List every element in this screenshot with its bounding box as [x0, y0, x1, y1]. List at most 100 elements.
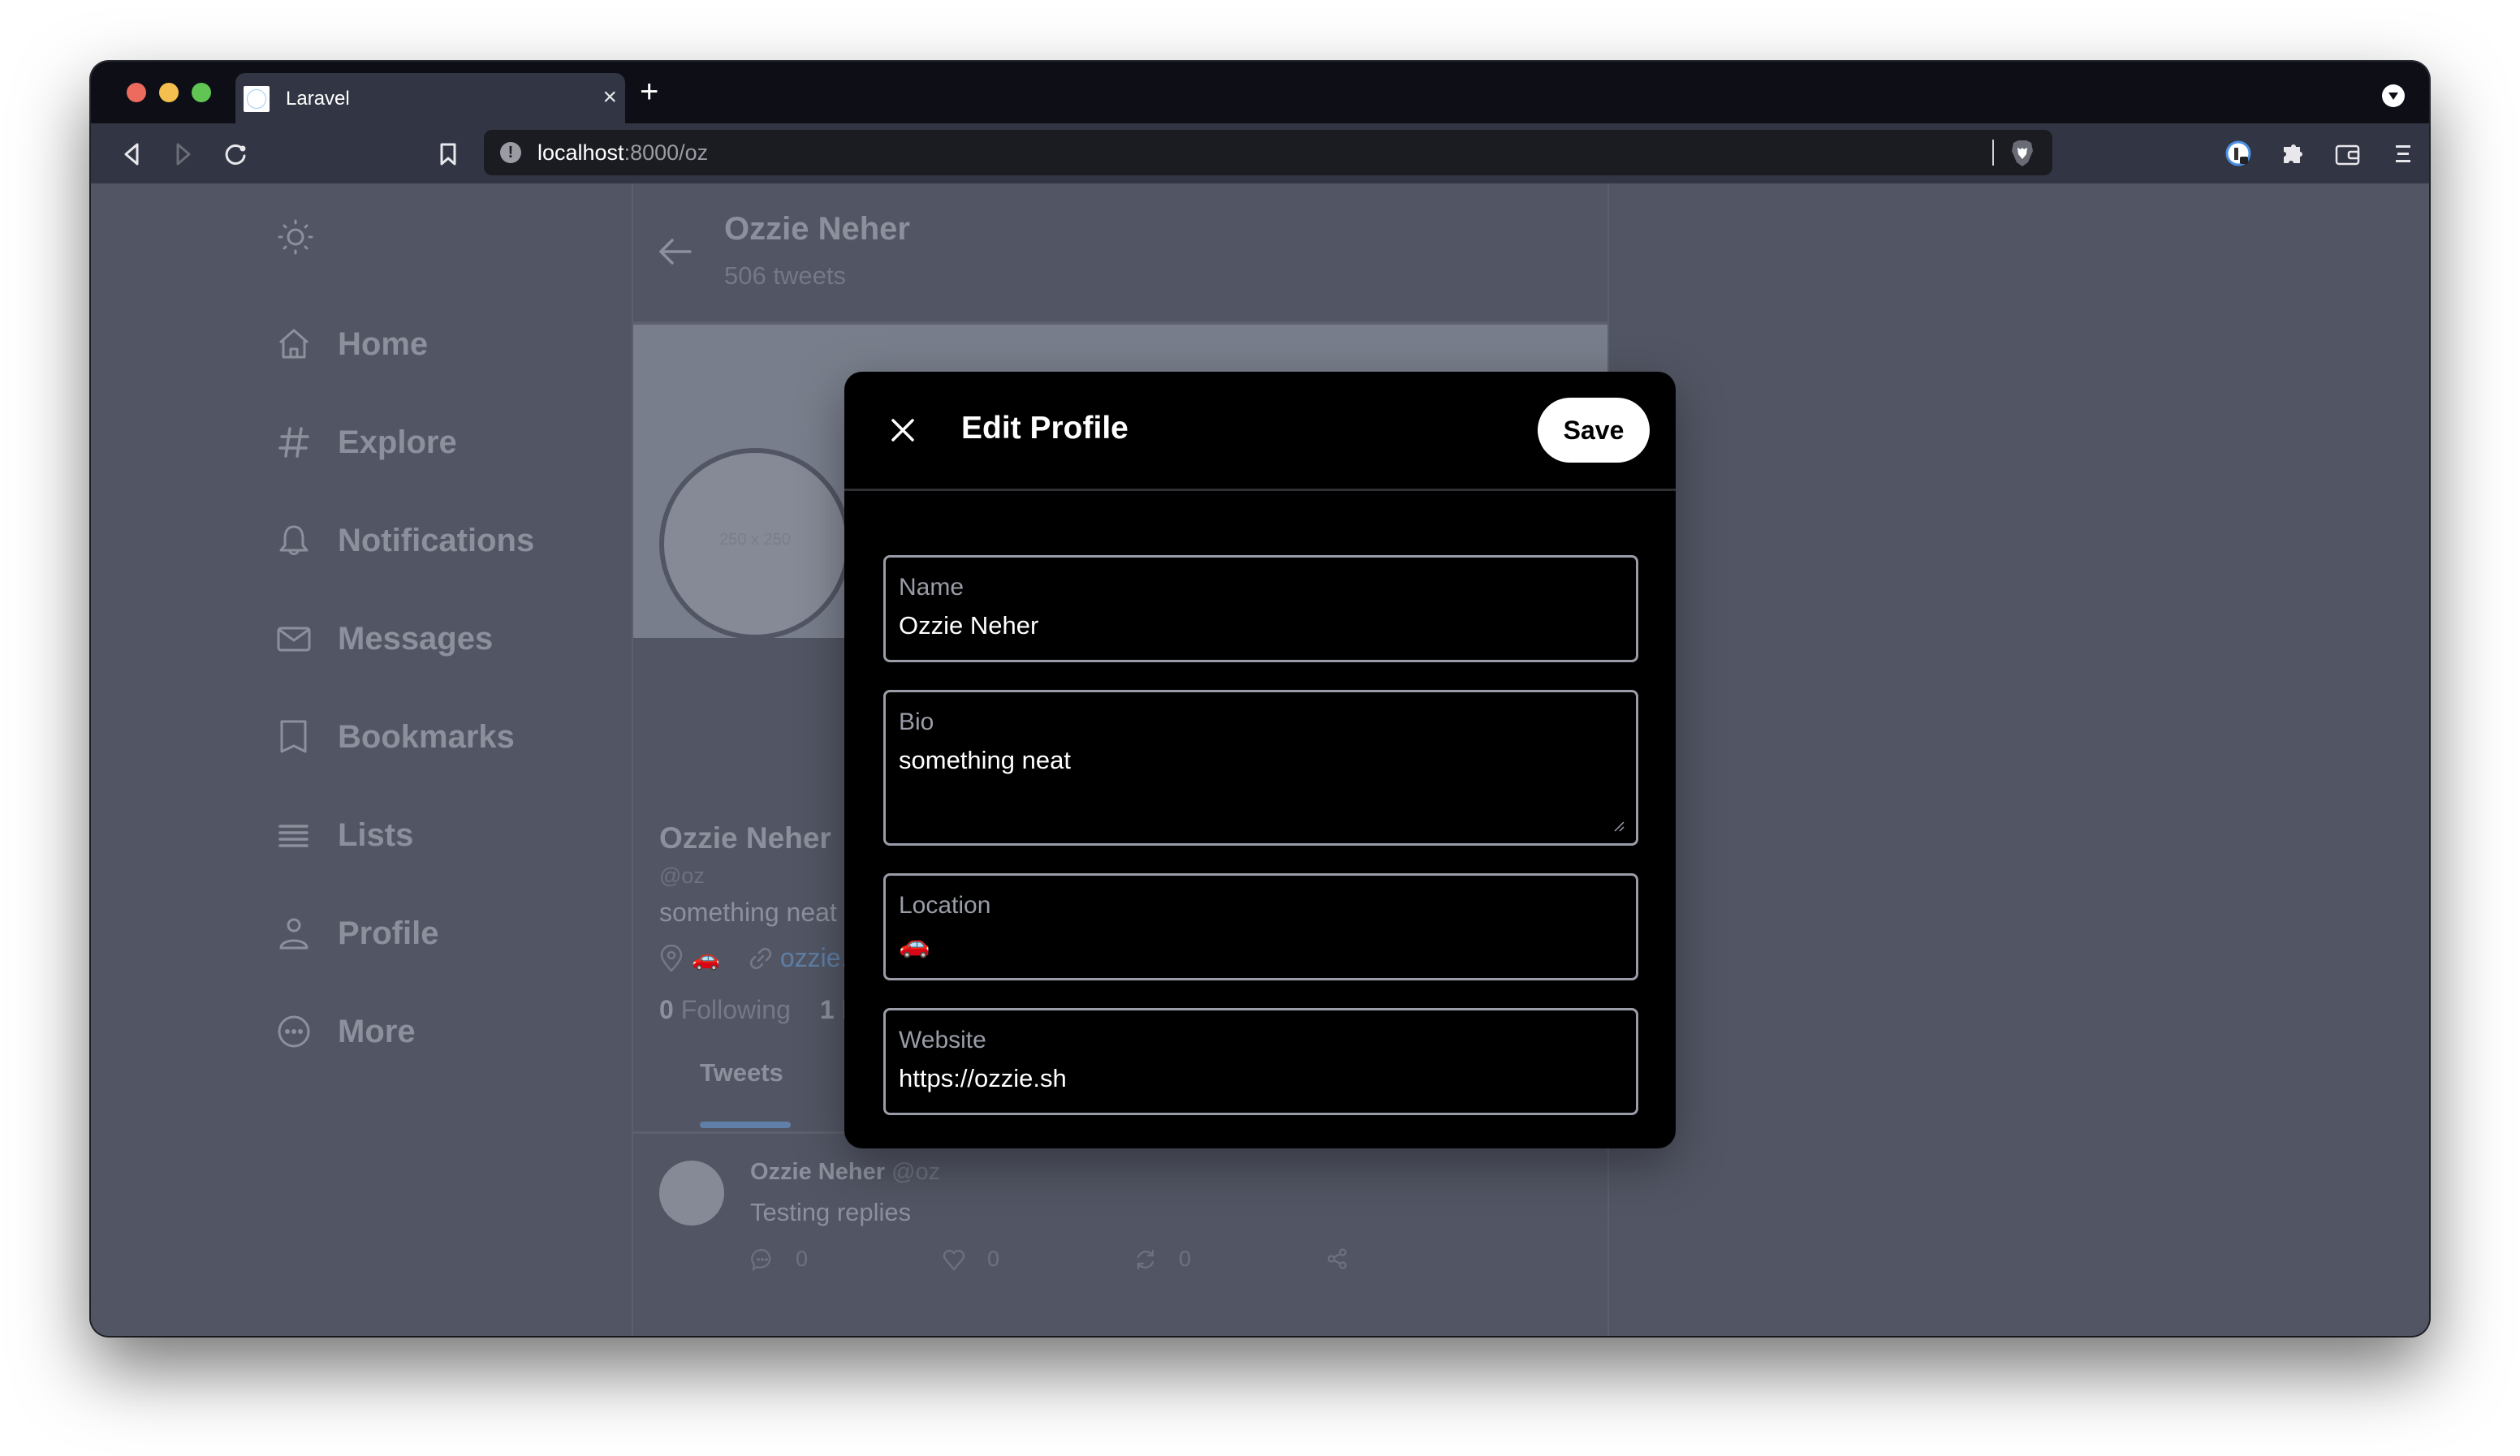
- share-button[interactable]: [1325, 1247, 1370, 1271]
- tab-strip: Laravel × +: [91, 62, 2429, 123]
- like-count: 0: [987, 1247, 1000, 1271]
- close-tab-icon[interactable]: ×: [602, 83, 617, 112]
- maximize-window-button[interactable]: [192, 83, 211, 102]
- sidebar-item-label: Explore: [338, 424, 457, 460]
- location-field-label: Location: [899, 892, 991, 919]
- retweet-icon: [1137, 1249, 1154, 1269]
- reply-icon: [751, 1248, 771, 1272]
- right-panel: [1607, 183, 2429, 1336]
- sidebar-item-more[interactable]: More: [273, 1006, 416, 1058]
- sidebar-item-lists[interactable]: Lists: [273, 809, 413, 861]
- mail-icon: [273, 618, 315, 660]
- sidebar-item-notifications[interactable]: Notifications: [273, 515, 534, 566]
- tweet-author-handle: @oz: [891, 1159, 941, 1185]
- sidebar-item-profile[interactable]: Profile: [273, 907, 438, 959]
- reply-button[interactable]: 0: [750, 1247, 808, 1272]
- save-button[interactable]: Save: [1538, 398, 1650, 463]
- sidebar-item-label: Home: [338, 325, 429, 362]
- location-field-value[interactable]: 🚗: [899, 929, 930, 959]
- following-label: Following: [680, 995, 791, 1024]
- minimize-window-button[interactable]: [159, 83, 179, 102]
- profile-name: Ozzie Neher: [659, 821, 831, 855]
- profile-handle: @oz: [659, 864, 705, 888]
- favicon-icon: [244, 86, 270, 112]
- location-field[interactable]: Location 🚗: [883, 873, 1638, 980]
- close-window-button[interactable]: [127, 83, 146, 102]
- sidebar-item-bookmarks[interactable]: Bookmarks: [273, 711, 515, 763]
- tab-tweets[interactable]: Tweets: [700, 1058, 783, 1088]
- brave-shields-icon[interactable]: [2010, 140, 2035, 167]
- tweet-author-name: Ozzie Neher: [750, 1159, 885, 1185]
- sidebar-item-label: Lists: [338, 816, 414, 853]
- sidebar-item-explore[interactable]: Explore: [273, 416, 457, 468]
- tab-title: Laravel: [286, 88, 350, 110]
- bell-icon: [273, 519, 315, 562]
- bio-field-label: Bio: [899, 709, 934, 735]
- back-arrow-icon[interactable]: [656, 232, 695, 271]
- modal-header: Edit Profile Save: [844, 372, 1676, 491]
- name-field-value[interactable]: Ozzie Neher: [899, 611, 1038, 640]
- following-link[interactable]: 0 Following: [659, 995, 791, 1024]
- sidebar-item-messages[interactable]: Messages: [273, 613, 493, 665]
- close-icon[interactable]: [882, 409, 924, 451]
- tweet-avatar: [659, 1161, 724, 1226]
- tweet-actions: 0 0 0: [750, 1247, 1400, 1279]
- website-field-value[interactable]: https://ozzie.sh: [899, 1064, 1067, 1093]
- tweet-count: 506 tweets: [724, 261, 846, 290]
- url-host: localhost: [537, 140, 624, 165]
- bio-field[interactable]: Bio something neat: [883, 690, 1638, 846]
- share-icon: [1327, 1248, 1347, 1269]
- profile-avatar: 250 x 250: [659, 448, 851, 640]
- location-pin-icon: [659, 944, 684, 972]
- site-info-icon[interactable]: !: [500, 142, 521, 163]
- sidebar-item-label: Bookmarks: [338, 718, 515, 755]
- address-bar[interactable]: ! localhost:8000/oz: [484, 130, 2052, 175]
- modal-title: Edit Profile: [961, 411, 1128, 446]
- sidebar-item-label: More: [338, 1013, 416, 1049]
- resize-handle-icon[interactable]: [1613, 821, 1625, 832]
- sidebar-item-home[interactable]: Home: [273, 318, 428, 370]
- avatar-placeholder-text: 250 x 250: [719, 531, 791, 549]
- tab-menu-icon[interactable]: [2382, 84, 2405, 107]
- profile-bio: something neat: [659, 898, 837, 927]
- name-field[interactable]: Name Ozzie Neher: [883, 555, 1638, 662]
- website-field-label: Website: [899, 1027, 986, 1053]
- page-content: Home Explore Notifications Messages Book…: [91, 183, 2429, 1336]
- name-field-label: Name: [899, 574, 964, 601]
- heart-icon: [943, 1249, 965, 1271]
- sun-icon[interactable]: [274, 216, 317, 258]
- sidebar: Home Explore Notifications Messages Book…: [91, 183, 632, 1336]
- wallet-icon[interactable]: [2333, 140, 2362, 169]
- reload-icon[interactable]: [221, 140, 250, 169]
- website-field[interactable]: Website https://ozzie.sh: [883, 1008, 1638, 1115]
- retweet-button[interactable]: 0: [1133, 1247, 1191, 1272]
- tweet-item[interactable]: Ozzie Neher @oz Testing replies 0 0 0: [633, 1135, 1607, 1336]
- hashtag-icon: [273, 421, 315, 463]
- sidebar-item-label: Profile: [338, 915, 439, 951]
- bookmark-icon: [273, 716, 315, 758]
- more-icon: [273, 1010, 315, 1053]
- bookmark-icon[interactable]: [434, 140, 463, 169]
- new-tab-button[interactable]: +: [640, 73, 658, 110]
- like-button[interactable]: 0: [942, 1247, 999, 1272]
- following-count: 0: [659, 995, 674, 1024]
- browser-window: Laravel × + ! localhost:8000/oz Home Exp…: [91, 62, 2429, 1336]
- edit-profile-modal: Edit Profile Save Name Ozzie Neher Bio s…: [844, 372, 1676, 1148]
- bio-field-value[interactable]: something neat: [899, 746, 1071, 775]
- home-icon: [273, 323, 315, 365]
- link-icon: [748, 946, 774, 971]
- follow-stats: 0 Following1 F: [659, 995, 857, 1025]
- header-name: Ozzie Neher: [724, 211, 910, 247]
- profile-meta: 🚗 ozzie.: [659, 943, 848, 973]
- extensions-icon[interactable]: [2278, 140, 2307, 169]
- active-tab-indicator: [700, 1122, 791, 1128]
- forward-icon[interactable]: [169, 140, 198, 169]
- menu-icon[interactable]: [2388, 140, 2418, 169]
- website-link[interactable]: ozzie.: [780, 943, 848, 973]
- back-icon[interactable]: [117, 140, 146, 169]
- browser-tab[interactable]: Laravel ×: [235, 73, 625, 123]
- followers-count: 1: [819, 995, 835, 1024]
- password-manager-icon[interactable]: [2224, 140, 2254, 169]
- url-text[interactable]: localhost:8000/oz: [537, 140, 708, 166]
- url-separator: [1992, 140, 1994, 166]
